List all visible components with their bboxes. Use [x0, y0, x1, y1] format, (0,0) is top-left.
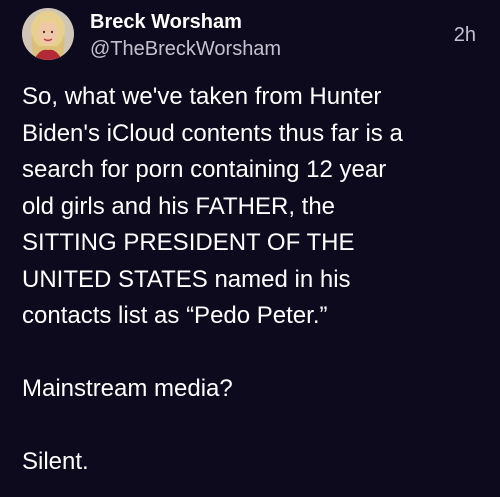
post-body-line: search for porn containing 12 year	[22, 156, 387, 183]
post-body-paragraph-1: So, what we've taken from Hunter Biden's…	[22, 79, 492, 335]
post-body-line: SITTING PRESIDENT OF THE	[22, 229, 355, 256]
post-body-paragraph-3: Silent.	[22, 448, 89, 475]
post-body-line: Biden's iCloud contents thus far is a	[22, 119, 403, 147]
author-display-name[interactable]: Breck Worsham	[90, 9, 242, 35]
avatar-image	[22, 8, 74, 60]
post-body-line: UNITED STATES named in his	[22, 265, 351, 293]
post-body: So, what we've taken from Hunter Biden's…	[22, 79, 492, 481]
author-handle[interactable]: @TheBreckWorsham	[90, 36, 281, 62]
post-body-line: old girls and his FATHER, the	[22, 192, 336, 220]
avatar[interactable]	[22, 8, 74, 60]
post-body-paragraph-2: Mainstream media?	[22, 375, 233, 402]
post-card: Breck Worsham @TheBreckWorsham 2h So, wh…	[0, 0, 500, 497]
post-body-line: So, what we've taken from Hunter	[22, 83, 382, 110]
post-body-line: contacts list as “Pedo Peter.”	[22, 302, 328, 329]
post-timestamp: 2h	[453, 24, 476, 46]
